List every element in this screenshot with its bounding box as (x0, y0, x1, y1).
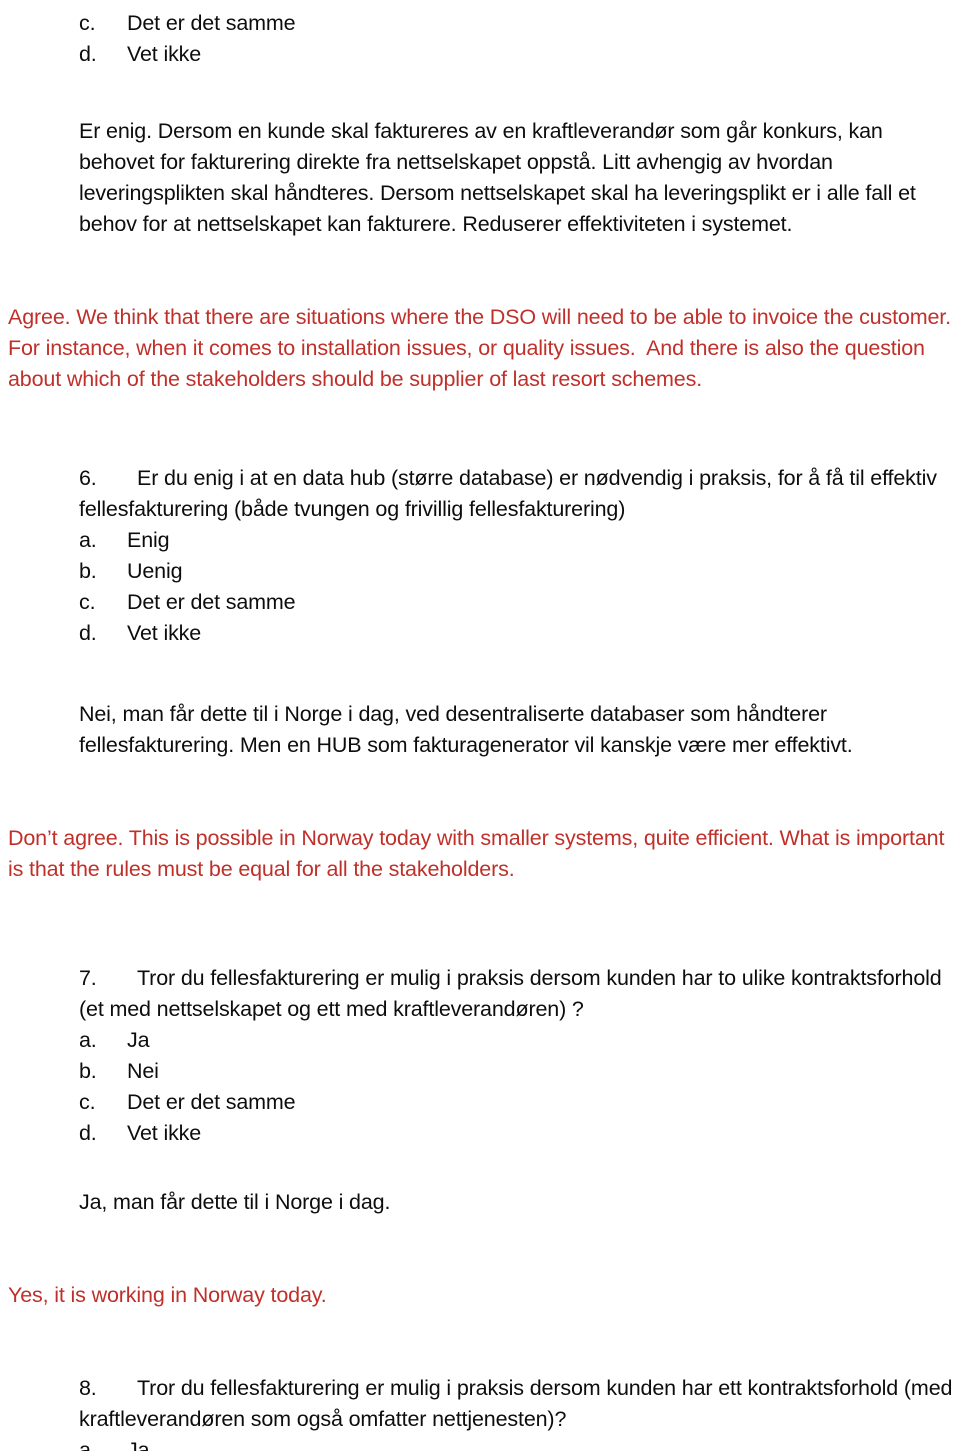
option-letter: a. (79, 528, 97, 552)
option-label: Nei (127, 1059, 159, 1083)
option-letter: d. (79, 621, 97, 645)
option-label: Vet ikke (127, 42, 202, 66)
question-text: Tror du fellesfakturering er mulig i pra… (79, 1376, 959, 1431)
list-item: d. Vet ikke (0, 1118, 960, 1149)
option-letter: d. (79, 1121, 97, 1145)
question-text: Er du enig i at en data hub (større data… (79, 466, 943, 521)
option-letter: b. (79, 559, 97, 583)
list-item: a. Ja (0, 1435, 960, 1451)
list-item: b. Uenig (0, 556, 960, 587)
option-letter: a. (79, 1438, 97, 1451)
option-letter: c. (79, 11, 96, 35)
option-label: Uenig (127, 559, 183, 583)
option-label: Vet ikke (127, 1121, 202, 1145)
option-letter: d. (79, 42, 97, 66)
option-letter: b. (79, 1059, 97, 1083)
answer-paragraph-norwegian-6: Nei, man får dette til i Norge i dag, ve… (79, 702, 853, 757)
question-7: 7. Tror du fellesfakturering er mulig i p… (0, 963, 960, 1025)
list-item: c. Det er det samme (0, 8, 960, 39)
question-8: 8. Tror du fellesfakturering er mulig i p… (0, 1373, 960, 1435)
option-label: Det er det samme (127, 1090, 296, 1114)
answer-paragraph-norwegian-5: Er enig. Dersom en kunde skal faktureres… (79, 119, 922, 236)
option-label: Ja (127, 1028, 150, 1052)
answer-paragraph-english-5: Agree. We think that there are situation… (8, 305, 957, 391)
option-label: Enig (127, 528, 170, 552)
list-item: b. Nei (0, 1056, 960, 1087)
option-label: Det er det samme (127, 11, 296, 35)
option-label: Ja (127, 1438, 150, 1451)
list-item: d. Vet ikke (0, 39, 960, 70)
option-letter: a. (79, 1028, 97, 1052)
document-page: c. Det er det samme d. Vet ikke Er enig.… (0, 0, 960, 1451)
list-item: c. Det er det samme (0, 1087, 960, 1118)
option-label: Vet ikke (127, 621, 202, 645)
option-letter: c. (79, 1090, 96, 1114)
list-item: a. Ja (0, 1025, 960, 1056)
answer-paragraph-english-6: Don’t agree. This is possible in Norway … (8, 826, 951, 881)
answer-paragraph-norwegian-7: Ja, man får dette til i Norge i dag. (79, 1190, 391, 1214)
option-letter: c. (79, 590, 96, 614)
list-item: a. Enig (0, 525, 960, 556)
list-item: d. Vet ikke (0, 618, 960, 649)
question-number: 7. (79, 966, 97, 990)
question-text: Tror du fellesfakturering er mulig i pra… (79, 966, 948, 1021)
option-label: Det er det samme (127, 590, 296, 614)
question-6: 6. Er du enig i at en data hub (større da… (0, 463, 960, 525)
question-number: 6. (79, 466, 97, 490)
question-number: 8. (79, 1376, 97, 1400)
list-item: c. Det er det samme (0, 587, 960, 618)
answer-paragraph-english-7: Yes, it is working in Norway today. (8, 1283, 327, 1307)
